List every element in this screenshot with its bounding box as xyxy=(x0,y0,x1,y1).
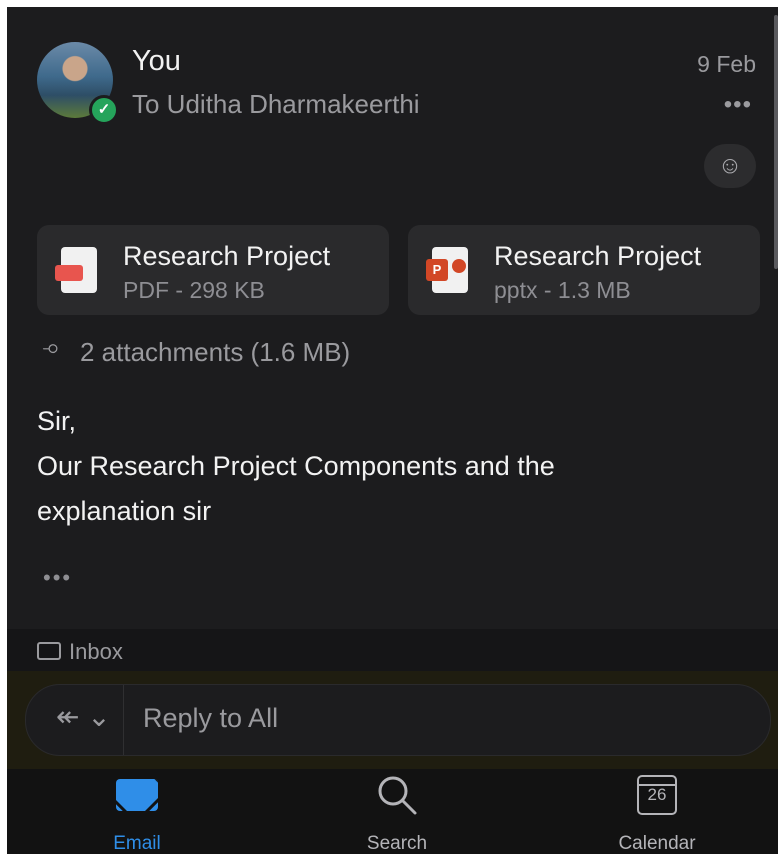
message-date: 9 Feb xyxy=(697,51,756,77)
attachment-card-pptx[interactable]: P Research Project pptx - 1.3 MB xyxy=(408,225,760,315)
smiley-icon: ☺ xyxy=(717,152,743,179)
verified-check-icon: ✓ xyxy=(89,95,119,125)
folder-label: Inbox xyxy=(69,639,123,664)
tab-label: Search xyxy=(366,833,428,854)
attachment-meta: PDF - 298 KB xyxy=(123,277,265,303)
reply-placeholder[interactable]: Reply to All xyxy=(143,703,278,734)
reaction-button[interactable]: ☺ xyxy=(704,144,756,188)
body-line: explanation sir xyxy=(37,496,212,526)
body-line: Our Research Project Components and the xyxy=(37,451,555,481)
paperclip-icon: ⌕ xyxy=(38,331,70,364)
attachment-card-pdf[interactable]: Research Project PDF - 298 KB xyxy=(37,225,389,315)
tab-search[interactable]: Search xyxy=(307,769,487,854)
folder-icon xyxy=(37,642,61,660)
attachments-summary[interactable]: ⌕ 2 attachments (1.6 MB) xyxy=(38,332,351,369)
tab-bar: Email Search 26 Calendar xyxy=(7,769,778,854)
pdf-file-icon xyxy=(55,247,97,293)
tab-label: Email xyxy=(113,833,161,854)
more-options-icon[interactable]: ••• xyxy=(724,91,752,119)
email-icon xyxy=(116,779,158,811)
body-line: Sir, xyxy=(37,406,77,436)
attachment-meta: pptx - 1.3 MB xyxy=(494,277,631,303)
sender-name: You xyxy=(132,45,181,77)
scrollbar[interactable] xyxy=(774,15,778,269)
tab-calendar[interactable]: 26 Calendar xyxy=(567,769,747,854)
attachments-summary-text: 2 attachments (1.6 MB) xyxy=(80,337,351,367)
attachment-title: Research Project xyxy=(123,241,331,271)
tab-label: Calendar xyxy=(618,833,696,854)
divider xyxy=(123,685,124,755)
folder-indicator: Inbox xyxy=(7,629,778,677)
message-view: ✓ You To Uditha Dharmakeerthi 9 Feb ••• … xyxy=(7,7,778,617)
tab-email[interactable]: Email xyxy=(47,769,227,854)
message-body: Sir, Our Research Project Components and… xyxy=(37,399,737,534)
reply-field[interactable]: ↞ ⌄ Reply to All xyxy=(25,684,771,756)
reply-bar: ↞ ⌄ Reply to All xyxy=(7,671,778,769)
recipient-line[interactable]: To Uditha Dharmakeerthi xyxy=(132,89,420,120)
show-quoted-icon[interactable]: ••• xyxy=(43,565,72,591)
attachment-title: Research Project xyxy=(494,241,702,271)
powerpoint-file-icon: P xyxy=(426,247,468,293)
email-reader: ✓ You To Uditha Dharmakeerthi 9 Feb ••• … xyxy=(7,7,778,854)
reply-all-icon[interactable]: ↞ ⌄ xyxy=(56,700,111,733)
search-icon xyxy=(378,776,417,815)
calendar-icon: 26 xyxy=(637,775,677,815)
